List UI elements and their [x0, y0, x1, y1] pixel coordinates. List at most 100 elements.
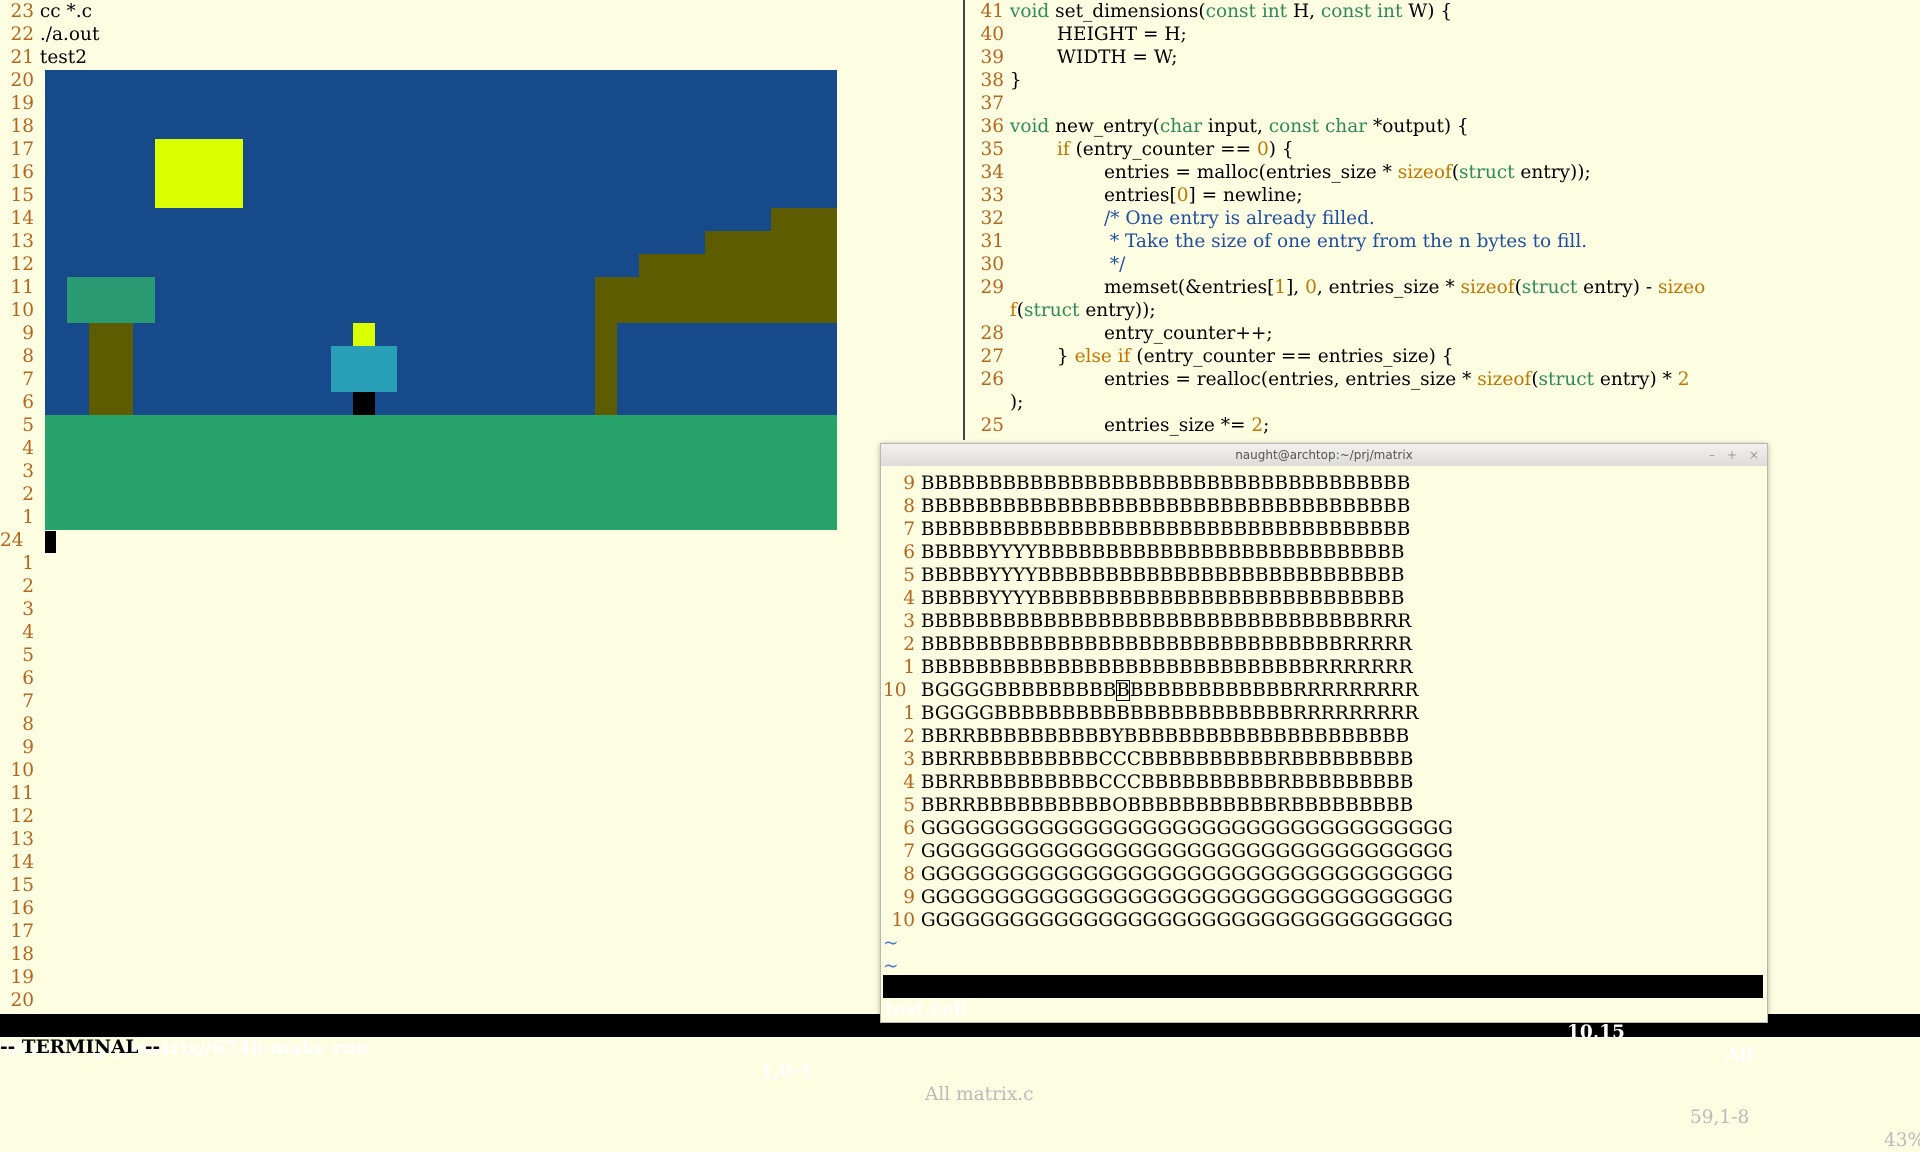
terminal-line: 10 [0, 299, 40, 322]
terminal-line: 18 [0, 943, 40, 966]
line-text [34, 162, 40, 183]
floating-terminal-window[interactable]: naught@archtop:~/prj/matrix – + × 9 BBBB… [880, 443, 1768, 1066]
line-text [34, 484, 40, 505]
cell-row: 7 GGGGGGGGGGGGGGGGGGGGGGGGGGGGGGGGGGGG [881, 840, 1453, 863]
line-text [34, 254, 40, 275]
line-text [34, 898, 40, 919]
code-text: } [1004, 70, 1022, 91]
line-number: 6 [903, 542, 915, 563]
terminal-line: 7 [0, 368, 40, 391]
maximize-button[interactable]: + [1727, 444, 1737, 466]
code-line: 32 /* One entry is already filled. [970, 207, 1375, 230]
line-number: 20 [10, 990, 34, 1011]
line-number: 5 [903, 795, 915, 816]
ground [45, 415, 837, 530]
line-number: 19 [10, 967, 34, 988]
cell-row: 1 BGGGGBBBBBBBBBBBBBBBBBBBBBBRRRRRRRRR [881, 702, 1418, 725]
terminal-line: 13 [0, 230, 40, 253]
cell-text: GGGGGGGGGGGGGGGGGGGGGGGGGGGGGGGGGGGG [915, 864, 1453, 885]
line-text [34, 300, 40, 321]
terminal-line: 22 ./a.out [0, 23, 99, 46]
terminal-line: 10 [0, 759, 40, 782]
line-number: 17 [10, 921, 34, 942]
code-text: HEIGHT = H; [1004, 24, 1187, 45]
window-divider[interactable] [963, 0, 965, 440]
line-number: 27 [980, 346, 1004, 367]
line-number: 16 [10, 898, 34, 919]
terminal-line: 3 [0, 460, 40, 483]
line-text [34, 852, 40, 873]
line-number: 4 [22, 622, 34, 643]
code-text: WIDTH = W; [1004, 47, 1178, 68]
popup-file-name: test.cell [885, 999, 968, 1020]
cell-text: BBBBBBBBBBBBBBBBBBBBBBBBBBBBBBBBBBBB [915, 496, 1411, 517]
line-number: 2 [22, 484, 34, 505]
terminal-line: 15 [0, 184, 40, 207]
stair-step [771, 208, 837, 231]
line-text [34, 369, 40, 390]
terminal-line: 16 [0, 897, 40, 920]
cell-text: BBBBBBBBBBBBBBBBBBBBBBBBBBBBBBBRRRRR [915, 634, 1412, 655]
tree-leaves [67, 277, 155, 323]
code-editor[interactable]: 41 void set_dimensions(const int H, cons… [970, 0, 1920, 440]
line-number: 2 [903, 634, 915, 655]
cell-row: 10 GGGGGGGGGGGGGGGGGGGGGGGGGGGGGGGGGGGG [881, 909, 1452, 932]
line-number: 1 [903, 703, 915, 724]
cell-text: BBRRBBBBBBBBBBYBBBBBBBBBBBBBBBBBBBBB [915, 726, 1410, 747]
terminal-line: 6 [0, 391, 40, 414]
cell-cursor: B [1116, 680, 1130, 701]
line-text [34, 392, 40, 413]
cell-row: 2 BBRRBBBBBBBBBBYBBBBBBBBBBBBBBBBBBBBB [881, 725, 1409, 748]
terminal-cursor [45, 531, 56, 553]
window-titlebar[interactable]: naught@archtop:~/prj/matrix – + × [881, 444, 1767, 466]
line-number: 3 [22, 461, 34, 482]
terminal-line: 1 [0, 552, 40, 575]
line-number: 15 [10, 185, 34, 206]
terminal-line: 11 [0, 276, 40, 299]
line-text [34, 622, 40, 643]
code-text: entries[0] = newline; [1004, 185, 1303, 206]
stair-roof [595, 277, 837, 323]
line-number: 7 [903, 841, 915, 862]
terminal-line: 2 [0, 483, 40, 506]
line-number: 10 [883, 680, 907, 701]
cell-row: 4 BBBBBYYYYBBBBBBBBBBBBBBBBBBBBBBBBBBB [881, 587, 1404, 610]
line-number: 17 [10, 139, 34, 160]
terminal-line: 14 [0, 851, 40, 874]
code-text: f(struct entry)); [1009, 300, 1156, 321]
code-text: * Take the size of one entry from the n … [1009, 231, 1588, 252]
line-number: 5 [22, 415, 34, 436]
line-number: 5 [22, 645, 34, 666]
minimize-button[interactable]: – [1709, 444, 1715, 466]
code-text: /* One entry is already filled. [1103, 208, 1375, 229]
line-number: 9 [903, 473, 915, 494]
cell-row: 5 BBRRBBBBBBBBBBOBBBBBBBBBBBRBBBBBBBBB [881, 794, 1413, 817]
cell-text: GGGGGGGGGGGGGGGGGGGGGGGGGGGGGGGGGGGG [915, 841, 1453, 862]
line-number: 6 [22, 392, 34, 413]
player-body [331, 346, 397, 392]
file-position: 59,1-8 [1690, 1107, 1750, 1128]
terminal-line: 9 [0, 736, 40, 759]
code-text: entries = malloc(entries_size * sizeof(s… [1004, 162, 1591, 183]
cell-text: BBRRBBBBBBBBBCCCBBBBBBBBBBRBBBBBBBBB [915, 749, 1414, 770]
cell-text: BBBBBBBBBBBBBBBBBBBBBBBBBBBBBBBBBBBB [915, 473, 1411, 494]
line-number: 4 [903, 772, 915, 793]
code-line: 40 HEIGHT = H; [970, 23, 1187, 46]
line-number: 8 [22, 346, 34, 367]
code-text: entry_counter++; [1004, 323, 1273, 344]
line-number: 10 [10, 300, 34, 321]
terminal-line: 13 [0, 828, 40, 851]
cell-row: 8 GGGGGGGGGGGGGGGGGGGGGGGGGGGGGGGGGGGG [881, 863, 1453, 886]
line-number: 19 [10, 93, 34, 114]
line-text [34, 70, 40, 91]
line-number: 1 [22, 507, 34, 528]
close-button[interactable]: × [1749, 444, 1759, 466]
cell-text: BBRRBBBBBBBBBCCCBBBBBBBBBBRBBBBBBBBB [915, 772, 1414, 793]
terminal-line: 23 cc *.c [0, 0, 92, 23]
line-text [34, 346, 40, 367]
line-text [34, 277, 40, 298]
line-number: 12 [10, 254, 34, 275]
code-line: 30 */ [970, 253, 1125, 276]
stair-step [639, 254, 837, 277]
line-number: 10 [10, 760, 34, 781]
